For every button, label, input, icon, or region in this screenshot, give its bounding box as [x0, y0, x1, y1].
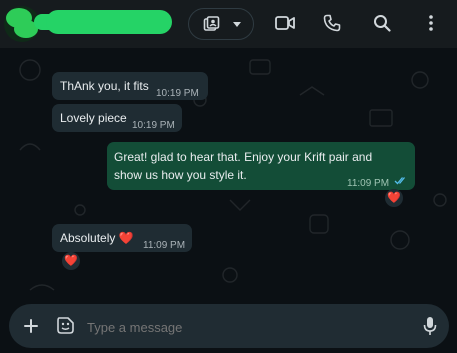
- incoming-message[interactable]: Lovely piece 10:19 PM: [52, 104, 182, 132]
- message-time: 11:09 PM: [347, 178, 390, 189]
- message-text: ThAnk you, it fits: [60, 79, 149, 93]
- message-text-line-1: Great! glad to hear that. Enjoy your Kri…: [114, 150, 373, 164]
- plus-icon[interactable]: [23, 318, 39, 334]
- read-receipt-icon: [394, 177, 405, 185]
- chat-header: [0, 0, 457, 48]
- video-call-menu-icon: [203, 16, 220, 31]
- incoming-message[interactable]: Absolutely ❤️ 11:09 PM: [52, 224, 192, 252]
- incoming-message[interactable]: ThAnk you, it fits 10:19 PM: [52, 72, 208, 100]
- phone-icon[interactable]: [323, 14, 341, 32]
- message-text: Absolutely ❤️: [60, 231, 134, 245]
- video-icon[interactable]: [275, 15, 295, 31]
- contact-name[interactable]: [46, 10, 172, 34]
- message-text-line-2: show us how you style it.: [114, 168, 247, 182]
- message-time: 11:09 PM: [143, 240, 186, 251]
- message-input[interactable]: [85, 314, 409, 340]
- message-reaction[interactable]: ❤️: [62, 252, 80, 270]
- dropdown-caret-icon[interactable]: [233, 22, 241, 28]
- outgoing-message[interactable]: Great! glad to hear that. Enjoy your Kri…: [107, 142, 415, 190]
- message-reaction[interactable]: ❤️: [385, 189, 403, 207]
- message-time: 10:19 PM: [156, 88, 199, 99]
- sticker-icon[interactable]: [56, 316, 75, 335]
- message-time: 10:19 PM: [132, 120, 175, 131]
- message-composer: [9, 304, 449, 348]
- message-text: Lovely piece: [60, 111, 127, 125]
- microphone-icon[interactable]: [423, 316, 437, 336]
- search-icon[interactable]: [373, 14, 391, 32]
- more-options-icon[interactable]: [428, 14, 434, 32]
- video-call-menu-button[interactable]: [188, 8, 254, 40]
